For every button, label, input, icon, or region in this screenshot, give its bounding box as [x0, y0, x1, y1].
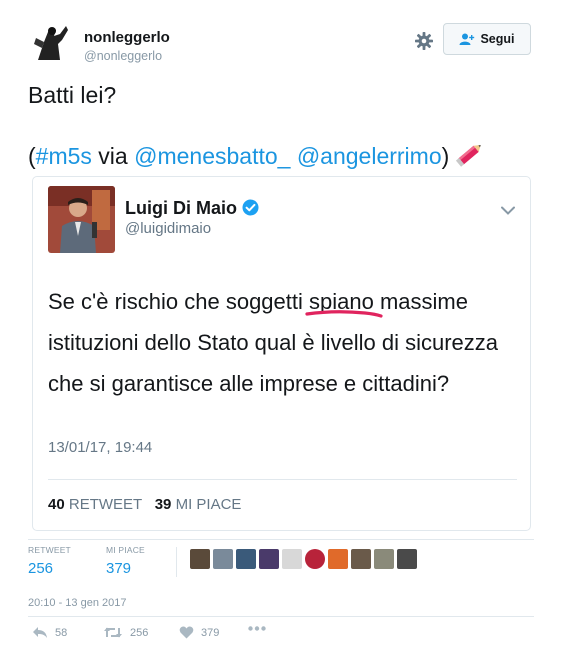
like-stat-value: 379 [106, 560, 132, 577]
open-paren: ( [28, 143, 36, 169]
reply-button[interactable]: 58 [32, 626, 67, 639]
reply-icon [33, 627, 47, 638]
mention-link-angelerrimo[interactable]: @angelerrimo [297, 143, 442, 169]
tweet-text-line2: (#m5s via @menesbatto_ @angelerrimo) [28, 140, 485, 175]
retweet-stat-label: RETWEET [28, 545, 71, 555]
add-user-icon [459, 33, 475, 45]
verified-badge-icon [242, 199, 259, 221]
via-text: via [91, 143, 135, 169]
quoted-author-name-text: Luigi Di Maio [125, 198, 237, 218]
heart-icon [179, 626, 194, 639]
mention-link-menesbatto[interactable]: @menesbatto_ [134, 143, 290, 169]
retweet-stat-value: 256 [28, 560, 54, 577]
follow-label: Segui [480, 32, 515, 46]
liker-avatar[interactable] [236, 549, 256, 569]
retweet-stat[interactable]: RETWEET 256 [28, 545, 71, 577]
quoted-author-handle[interactable]: @luigidimaio [125, 220, 211, 237]
quoted-tweet-text: Se c'è rischio che soggetti spiano massi… [48, 281, 518, 404]
follow-button[interactable]: Segui [443, 23, 531, 55]
retweet-button[interactable]: 256 [103, 626, 148, 639]
reply-count: 58 [55, 626, 68, 639]
retweet-count: 256 [130, 626, 149, 639]
gear-icon[interactable] [414, 31, 434, 51]
like-button[interactable]: 379 [179, 626, 219, 639]
quoted-tweet-card[interactable]: Luigi Di Maio @luigidimaio Se c'è rischi… [32, 176, 531, 531]
quoted-divider [48, 479, 517, 480]
stats-separator [176, 547, 177, 577]
divider [28, 539, 534, 540]
close-paren: ) [441, 143, 450, 169]
like-count: 379 [201, 626, 220, 639]
author-handle[interactable]: @nonleggerlo [84, 49, 162, 63]
retweet-icon [104, 627, 122, 638]
chevron-down-icon[interactable] [501, 202, 515, 220]
liker-avatar[interactable] [328, 549, 348, 569]
like-stat-label: MI PIACE [106, 545, 145, 555]
pencil-icon [455, 140, 485, 175]
highlight-underline [305, 310, 383, 318]
tweet-timestamp[interactable]: 20:10 - 13 gen 2017 [28, 597, 126, 609]
quoted-like-label[interactable]: MI PIACE [176, 496, 242, 513]
like-stat[interactable]: MI PIACE 379 [106, 545, 145, 577]
more-button[interactable] [248, 626, 273, 631]
liker-avatar[interactable] [282, 549, 302, 569]
quoted-text-before: Se c'è rischio che soggetti [48, 289, 310, 314]
liker-avatar[interactable] [190, 549, 210, 569]
quoted-author-avatar[interactable] [48, 186, 115, 253]
tweet-text-line1: Batti lei? [28, 82, 117, 108]
quoted-timestamp[interactable]: 13/01/17, 19:44 [48, 439, 152, 456]
liker-avatar[interactable] [397, 549, 417, 569]
liker-avatar[interactable] [259, 549, 279, 569]
quoted-retweet-label[interactable]: RETWEET [69, 496, 142, 513]
more-icon [248, 626, 266, 631]
author-avatar[interactable] [30, 20, 76, 66]
hashtag-link[interactable]: #m5s [36, 143, 92, 169]
quoted-retweet-count[interactable]: 40 [48, 496, 65, 513]
quoted-stats: 40 RETWEET 39 MI PIACE [48, 496, 241, 513]
action-bar: 58 256 379 [28, 626, 534, 650]
underlined-word: spiano [305, 289, 383, 318]
quoted-author-name[interactable]: Luigi Di Maio [125, 198, 259, 221]
liker-avatar[interactable] [213, 549, 233, 569]
liker-avatar[interactable] [305, 549, 325, 569]
liker-avatar[interactable] [374, 549, 394, 569]
divider [28, 616, 534, 617]
liker-avatars [190, 549, 420, 569]
quoted-like-count[interactable]: 39 [155, 496, 172, 513]
author-name[interactable]: nonleggerlo [84, 29, 170, 46]
tweet-header: nonleggerlo @nonleggerlo Segui [28, 18, 534, 70]
liker-avatar[interactable] [351, 549, 371, 569]
